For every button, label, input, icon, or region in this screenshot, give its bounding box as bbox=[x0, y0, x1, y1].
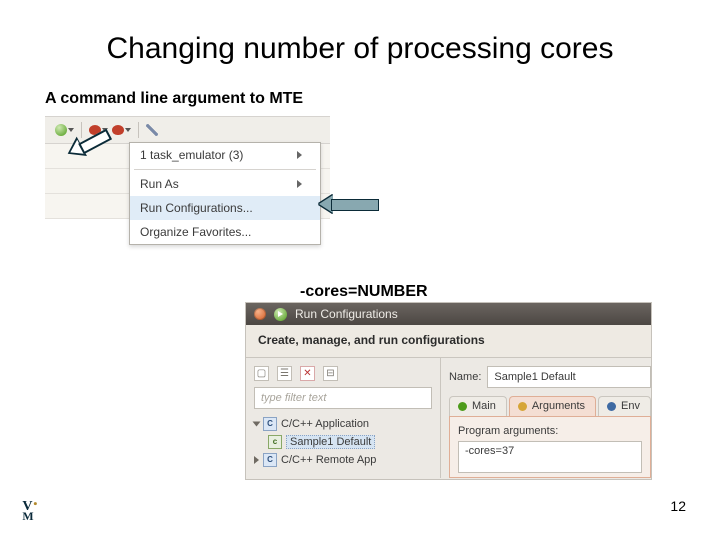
dialog-window-title: Run Configurations bbox=[295, 307, 398, 321]
name-field[interactable]: Sample1 Default bbox=[487, 366, 651, 388]
run-icon bbox=[274, 308, 287, 321]
config-tree: C C/C++ Application c Sample1 Default C … bbox=[254, 415, 432, 469]
tab-label: Main bbox=[472, 400, 496, 412]
tab-icon bbox=[607, 402, 616, 411]
submenu-arrow-icon bbox=[297, 151, 302, 159]
filter-placeholder: type filter text bbox=[261, 392, 326, 404]
tree-node-cpp-remote[interactable]: C C/C++ Remote App bbox=[254, 451, 432, 469]
config-toolbar: ▢ ☰ ✕ ⊟ bbox=[254, 366, 432, 381]
menu-item-organize-favorites[interactable]: Organize Favorites... bbox=[130, 220, 320, 244]
dialog-header: Create, manage, and run configurations bbox=[246, 325, 651, 358]
program-arguments-label: Program arguments: bbox=[458, 425, 642, 437]
tab-arguments[interactable]: Arguments bbox=[509, 396, 596, 416]
dialog-header-text: Create, manage, and run configurations bbox=[258, 333, 639, 347]
cores-argument-label: -cores=NUMBER bbox=[300, 283, 428, 301]
tab-env[interactable]: Env bbox=[598, 396, 651, 416]
tree-node-label: Sample1 Default bbox=[286, 435, 375, 449]
menu-item-label: 1 task_emulator (3) bbox=[140, 148, 243, 162]
new-config-icon[interactable]: ▢ bbox=[254, 366, 269, 381]
program-arguments-value: -cores=37 bbox=[465, 445, 514, 457]
menu-item-task-emulator[interactable]: 1 task_emulator (3) bbox=[130, 143, 320, 167]
tree-node-sample1-default[interactable]: c Sample1 Default bbox=[268, 433, 432, 451]
tree-node-label: C/C++ Application bbox=[281, 418, 369, 430]
program-arguments-field[interactable]: -cores=37 bbox=[458, 441, 642, 473]
svg-text:M: M bbox=[22, 509, 33, 522]
slide-title: Changing number of processing cores bbox=[0, 32, 720, 66]
arguments-tab-panel: Program arguments: -cores=37 bbox=[449, 416, 651, 478]
config-tabs: Main Arguments Env bbox=[449, 396, 651, 416]
run-configurations-dialog-screenshot: Run Configurations Create, manage, and r… bbox=[245, 302, 652, 480]
chevron-down-icon bbox=[125, 128, 131, 132]
page-number: 12 bbox=[670, 498, 686, 514]
eclipse-toolbar-screenshot: 1 task_emulator (3) Run As Run Configura… bbox=[45, 116, 330, 266]
delete-config-icon[interactable]: ✕ bbox=[300, 366, 315, 381]
name-label: Name: bbox=[449, 371, 481, 383]
tree-twisty-icon bbox=[254, 456, 259, 464]
run-config-icon: c bbox=[268, 435, 282, 449]
run-dropdown-menu: 1 task_emulator (3) Run As Run Configura… bbox=[129, 142, 321, 245]
collapse-icon[interactable]: ⊟ bbox=[323, 366, 338, 381]
submenu-arrow-icon bbox=[297, 180, 302, 188]
slide-subtitle: A command line argument to MTE bbox=[45, 90, 303, 108]
menu-item-run-as[interactable]: Run As bbox=[130, 172, 320, 196]
run-button[interactable] bbox=[55, 124, 74, 136]
tree-node-cpp-application[interactable]: C C/C++ Application bbox=[254, 415, 432, 433]
tool-button[interactable] bbox=[146, 124, 158, 136]
close-icon[interactable] bbox=[254, 308, 266, 320]
c-app-icon: C bbox=[263, 453, 277, 467]
dialog-right-panel: Name: Sample1 Default Main Arguments bbox=[441, 358, 651, 478]
tab-label: Arguments bbox=[532, 400, 585, 412]
dialog-titlebar: Run Configurations bbox=[246, 303, 651, 325]
tab-main[interactable]: Main bbox=[449, 396, 507, 416]
duplicate-config-icon[interactable]: ☰ bbox=[277, 366, 292, 381]
debug-button-2[interactable] bbox=[112, 125, 131, 135]
menu-item-label: Organize Favorites... bbox=[140, 225, 251, 239]
chevron-down-icon bbox=[68, 128, 74, 132]
tab-icon bbox=[458, 402, 467, 411]
tree-node-label: C/C++ Remote App bbox=[281, 454, 376, 466]
menu-item-label: Run Configurations... bbox=[140, 201, 253, 215]
dialog-left-panel: ▢ ☰ ✕ ⊟ type filter text C C/C++ Applica… bbox=[246, 358, 441, 478]
callout-arrow-to-run-configurations bbox=[319, 196, 379, 212]
tree-twisty-icon bbox=[253, 422, 261, 427]
tab-label: Env bbox=[621, 400, 640, 412]
filter-input[interactable]: type filter text bbox=[254, 387, 432, 409]
c-app-icon: C bbox=[263, 417, 277, 431]
bug-icon bbox=[112, 125, 124, 135]
name-field-value: Sample1 Default bbox=[494, 371, 575, 383]
menu-item-label: Run As bbox=[140, 177, 179, 191]
tab-icon bbox=[518, 402, 527, 411]
menu-item-run-configurations[interactable]: Run Configurations... bbox=[130, 196, 320, 220]
wrench-icon bbox=[146, 124, 158, 136]
organization-logo: V M bbox=[18, 496, 44, 522]
run-icon bbox=[55, 124, 67, 136]
